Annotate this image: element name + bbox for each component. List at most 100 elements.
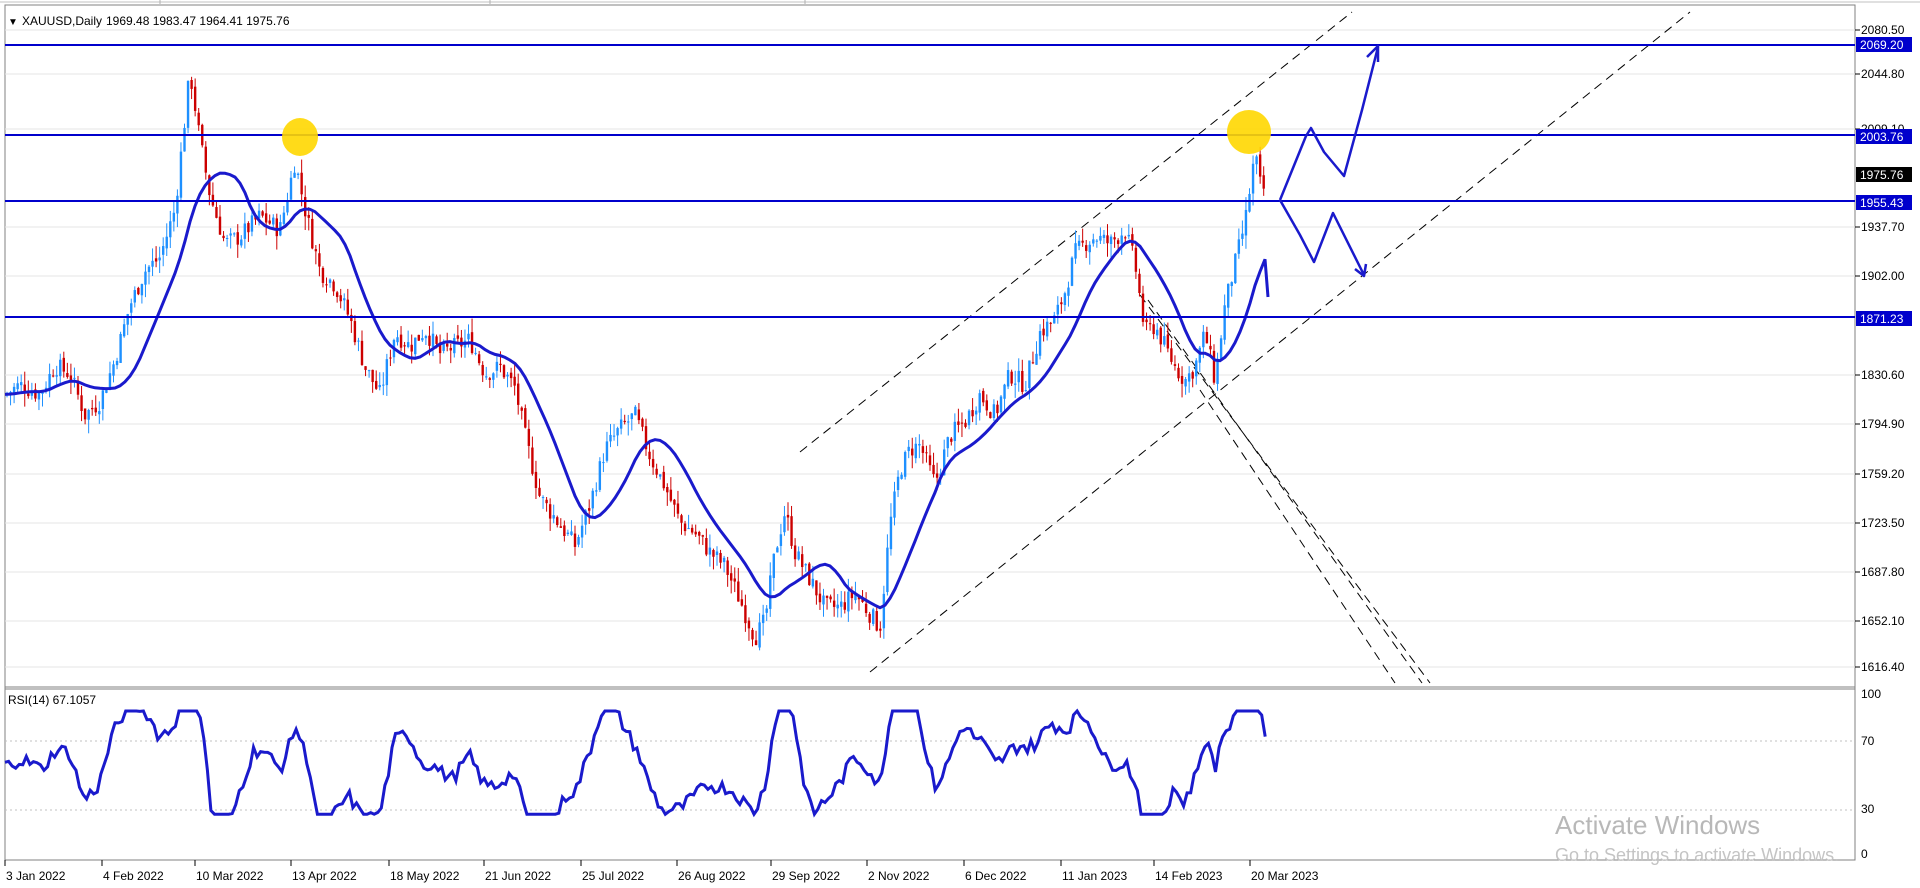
candle-body: [740, 599, 744, 606]
candle-body: [722, 557, 726, 563]
time-tick-label: 18 May 2022: [390, 869, 460, 883]
candle-body: [179, 151, 183, 198]
candle-body: [66, 373, 69, 377]
candle-body: [343, 298, 346, 301]
candle-body: [467, 333, 470, 340]
candle-body: [864, 603, 868, 614]
candle-body: [1042, 328, 1045, 336]
candle-body: [605, 441, 609, 461]
candle-body: [779, 534, 783, 546]
candle-body: [623, 420, 626, 423]
rsi-tick-label: 30: [1861, 802, 1875, 816]
candle-body: [406, 342, 410, 347]
candle-body: [1045, 321, 1049, 337]
candle-body: [751, 629, 754, 640]
chart-menu-icon[interactable]: ▼: [8, 17, 18, 28]
candle-body: [367, 370, 371, 372]
candle-body: [1028, 360, 1031, 389]
candle-body: [733, 578, 736, 582]
candle-body: [1067, 287, 1070, 296]
candle-body: [903, 451, 907, 477]
candle-body: [843, 602, 846, 610]
candle-body: [627, 421, 630, 423]
candle-body: [1063, 293, 1067, 306]
candle: [1234, 253, 1237, 284]
candle-body: [12, 386, 16, 393]
candle-body: [996, 404, 999, 414]
candle-body: [247, 223, 250, 233]
candle-body: [690, 527, 694, 533]
price-tick-label: 1723.50: [1861, 516, 1905, 530]
candle-body: [1173, 364, 1177, 366]
candle-body: [651, 458, 655, 468]
candle-body: [811, 578, 815, 587]
candle-body: [147, 266, 151, 273]
candle-body: [1131, 234, 1134, 246]
candle: [989, 411, 992, 419]
candle-body: [1195, 360, 1198, 377]
candle-body: [1049, 322, 1052, 324]
candle-body: [786, 514, 790, 518]
candle-body: [137, 287, 140, 295]
candle-body: [197, 112, 200, 126]
candle-body: [1109, 236, 1113, 245]
candle-body: [737, 581, 740, 602]
price-tick-label: 1616.40: [1861, 660, 1905, 674]
candle-body: [1159, 327, 1162, 345]
price-tag-r1955: 1955.43: [1860, 196, 1904, 210]
symbol-timeframe: XAUUSD,Daily: [22, 14, 102, 28]
candle-body: [595, 490, 598, 492]
candle-body: [477, 354, 481, 364]
candle-body: [16, 383, 19, 390]
candle-body: [744, 605, 747, 624]
candle-body: [1198, 347, 1201, 363]
candle-body: [1187, 373, 1191, 382]
price-tick-label: 1937.70: [1861, 220, 1905, 234]
time-tick-label: 25 Jul 2022: [582, 869, 644, 883]
candle-body: [1230, 282, 1233, 287]
candle-body: [1081, 240, 1084, 243]
candle-body: [27, 393, 30, 397]
candle-body: [772, 553, 775, 578]
candle-body: [534, 471, 538, 488]
candle-body: [655, 468, 658, 475]
candle-body: [868, 613, 871, 623]
candle-body: [296, 173, 300, 175]
candle-body: [914, 443, 917, 459]
candle-body: [538, 487, 541, 496]
time-tick-label: 10 Mar 2022: [196, 869, 264, 883]
candle-body: [1237, 239, 1241, 254]
candle-body: [527, 428, 531, 446]
chart-canvas[interactable]: ▼ XAUUSD,Daily 1969.48 1983.47 1964.41 1…: [0, 0, 1920, 888]
candle-body: [776, 547, 779, 553]
candle-body: [37, 393, 41, 400]
candle: [1070, 256, 1074, 287]
candle-body: [687, 528, 690, 530]
time-tick-label: 14 Feb 2023: [1155, 869, 1223, 883]
price-tick-label: 1687.80: [1861, 565, 1905, 579]
candle-body: [495, 361, 499, 371]
candle-body: [1070, 257, 1074, 286]
candle-body: [101, 390, 105, 410]
candle-body: [609, 434, 612, 442]
candle-body: [1177, 367, 1180, 379]
candle-body: [222, 235, 225, 239]
candle-body: [154, 258, 158, 262]
price-tag-bid: 1975.76: [1860, 168, 1904, 182]
candle-body: [410, 344, 413, 352]
candle-body: [598, 461, 602, 490]
candle-body: [673, 499, 676, 505]
candle-body: [1191, 372, 1194, 379]
candle-body: [676, 503, 680, 514]
candle-body: [1180, 375, 1184, 384]
candle-body: [719, 552, 722, 563]
candle-body: [236, 232, 239, 245]
candle-body: [158, 257, 161, 261]
candle-body: [176, 195, 179, 214]
time-tick-label: 20 Mar 2023: [1251, 869, 1319, 883]
candle-body: [804, 564, 807, 566]
candle-body: [889, 516, 893, 550]
candle-body: [282, 212, 286, 224]
candle-body: [272, 217, 275, 225]
candle-body: [105, 390, 108, 393]
